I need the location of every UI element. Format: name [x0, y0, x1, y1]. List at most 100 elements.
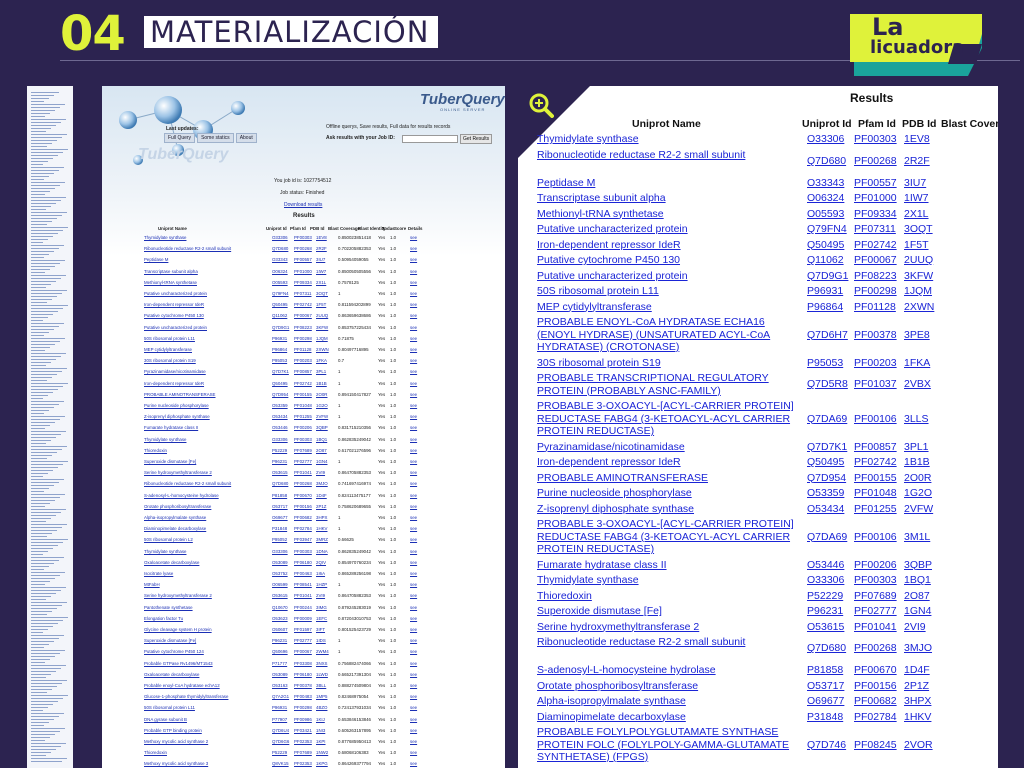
mid-cell-link[interactable]: 1IDS [316, 638, 326, 643]
mid-cell-link[interactable]: Oxaloacetate decarboxylase [144, 672, 199, 677]
mid-cell-link[interactable]: 1D4F [316, 493, 327, 498]
mid-cell-link[interactable]: see [410, 649, 417, 654]
mid-cell-link[interactable]: O69677 [272, 515, 288, 520]
mid-cell-link[interactable]: O50607 [272, 627, 288, 632]
mid-cell-link[interactable]: 1EV8 [316, 235, 327, 240]
uniprot-id-link[interactable]: Q7DA69 [807, 413, 847, 426]
mid-cell-link[interactable]: PF00268 [294, 246, 312, 251]
pfam-id-link[interactable]: PF08223 [854, 270, 897, 283]
mid-cell-link[interactable]: 3MRZ [316, 537, 328, 542]
mid-cell-link[interactable]: Thioredoxin [144, 750, 167, 755]
mid-cell-link[interactable]: O06324 [272, 269, 288, 274]
mid-cell-link[interactable]: O06599 [272, 582, 288, 587]
pfam-id-link[interactable]: PF00682 [854, 695, 897, 708]
mid-cell-link[interactable]: 3BLL [316, 683, 326, 688]
mid-cell-link[interactable]: O53434 [272, 414, 288, 419]
mid-cell-link[interactable]: 1HZP [316, 582, 327, 587]
mid-cell-link[interactable]: see [410, 481, 417, 486]
uniprot-name-link[interactable]: Thymidylate synthase [537, 574, 799, 587]
pdb-id-link[interactable]: 1EV8 [904, 133, 930, 146]
mid-cell-link[interactable]: Ribonucleotide reductase R2-2 small subu… [144, 481, 231, 486]
mid-cell-link[interactable]: see [410, 638, 417, 643]
mid-cell-link[interactable]: 50S ribosomal protein L2 [144, 537, 193, 542]
mid-cell-link[interactable]: 1JQM [316, 336, 328, 341]
uniprot-id-link[interactable]: O33306 [807, 133, 844, 146]
uniprot-id-link[interactable]: O69677 [807, 695, 844, 708]
mid-cell-link[interactable]: PF01041 [294, 593, 312, 598]
mid-cell-link[interactable]: Transcriptase subunit alpha [144, 269, 198, 274]
uniprot-id-link[interactable]: O53717 [807, 680, 844, 693]
mid-cell-link[interactable]: PF00670 [294, 493, 312, 498]
mid-cell-link[interactable]: 1F5T [316, 302, 326, 307]
mid-cell-link[interactable]: Purine nucleoside phosphorylase [144, 403, 209, 408]
mid-cell-link[interactable]: 1HKV [316, 526, 327, 531]
mid-cell-link[interactable]: see [410, 448, 417, 453]
mid-cell-link[interactable]: see [410, 235, 417, 240]
mid-cell-link[interactable]: Orotate phosphoribosyltransferase [144, 504, 211, 509]
uniprot-id-link[interactable]: O53359 [807, 487, 844, 500]
pfam-id-link[interactable]: PF02742 [854, 239, 897, 252]
mid-cell-link[interactable]: 3KFW [316, 325, 328, 330]
uniprot-id-link[interactable]: Q50495 [807, 239, 844, 252]
mid-cell-link[interactable]: Serine hydroxymethyltransferase 2 [144, 470, 212, 475]
mid-cell-link[interactable]: PF00986 [294, 717, 312, 722]
pdb-id-link[interactable]: 1HKV [904, 711, 931, 724]
mid-cell-link[interactable]: Q50495 [272, 302, 288, 307]
mid-cell-link[interactable]: Putative uncharacterized protein [144, 291, 207, 296]
mid-cell-link[interactable]: PF00483 [294, 694, 312, 699]
mid-cell-link[interactable]: PF00303 [294, 437, 312, 442]
mid-cell-link[interactable]: 2VI9 [316, 470, 325, 475]
uniprot-name-link[interactable]: PROBABLE ENOYL-CoA HYDRATASE ECHA16 (ENO… [537, 316, 799, 354]
mid-cell-link[interactable]: see [410, 582, 417, 587]
mid-cell-link[interactable]: PF07689 [294, 448, 312, 453]
download-results-link[interactable]: Download results [284, 202, 322, 208]
mid-cell-link[interactable]: PF01128 [294, 347, 312, 352]
pfam-id-link[interactable]: PF00106 [854, 531, 897, 544]
uniprot-id-link[interactable]: Q50495 [807, 456, 844, 469]
uniprot-id-link[interactable]: O53615 [807, 621, 844, 634]
pfam-id-link[interactable]: PF00303 [854, 574, 897, 587]
uniprot-id-link[interactable]: O05593 [807, 208, 844, 221]
mid-cell-link[interactable]: 1MP5 [316, 694, 327, 699]
mid-cell-link[interactable]: see [410, 269, 417, 274]
mid-cell-link[interactable]: Iron-dependent repressor IdeR [144, 302, 204, 307]
mid-cell-link[interactable]: 1I6A [316, 571, 325, 576]
mid-cell-link[interactable]: 1KIJ [316, 717, 325, 722]
mid-cell-link[interactable]: Thymidylate synthase [144, 437, 186, 442]
uniprot-name-link[interactable]: PROBABLE 3-OXOACYL-[ACYL-CARRIER PROTEIN… [537, 518, 799, 556]
mid-cell-link[interactable]: 3MJO [316, 481, 328, 486]
pdb-id-link[interactable]: 3MJO [904, 642, 932, 655]
mid-cell-link[interactable]: see [410, 325, 417, 330]
mid-cell-link[interactable]: 1GN4 [316, 459, 327, 464]
pdb-id-link[interactable]: 3KFW [904, 270, 933, 283]
pdb-id-link[interactable]: 1B1B [904, 456, 930, 469]
mid-cell-link[interactable]: Superoxide dismutase [Fe] [144, 638, 196, 643]
mid-cell-link[interactable]: O33306 [272, 235, 288, 240]
uniprot-id-link[interactable]: Q7D7K1 [807, 441, 847, 454]
mid-cell-link[interactable]: 3OQT [316, 291, 328, 296]
mid-cell-link[interactable]: 1NW2 [316, 750, 328, 755]
mid-cell-link[interactable]: PROBABLE AMINOTRANSFERASE [144, 392, 216, 397]
mid-cell-link[interactable]: Pantothenate synthetase [144, 605, 193, 610]
uniprot-id-link[interactable]: Q7D954 [807, 472, 846, 485]
pdb-id-link[interactable]: 2X1L [904, 208, 929, 221]
mid-cell-link[interactable]: PF00298 [294, 336, 312, 341]
mid-cell-link[interactable]: Alpha-isopropylmalate synthase [144, 515, 206, 520]
mid-cell-link[interactable]: P96931 [272, 336, 287, 341]
uniprot-id-link[interactable]: Q7D5R8 [807, 378, 848, 391]
mid-cell-link[interactable]: 2UUQ [316, 313, 328, 318]
mid-cell-link[interactable]: P52229 [272, 750, 287, 755]
mid-cell-link[interactable]: 1KPG [316, 761, 328, 766]
pdb-id-link[interactable]: 1BQ1 [904, 574, 931, 587]
pfam-id-link[interactable]: PF01000 [854, 192, 897, 205]
mid-cell-link[interactable]: PF02742 [294, 302, 312, 307]
mid-cell-link[interactable]: see [410, 549, 417, 554]
mid-cell-link[interactable]: Probable GTPase Rv1496/MT1543 [144, 661, 213, 666]
mid-cell-link[interactable]: see [410, 358, 417, 363]
mid-cell-link[interactable]: Putative cytochrome P450 130 [144, 313, 204, 318]
mid-cell-link[interactable]: see [410, 369, 417, 374]
uniprot-name-link[interactable]: Iron-dependent repressor IdeR [537, 456, 799, 469]
pfam-id-link[interactable]: PF00155 [854, 472, 897, 485]
uniprot-id-link[interactable]: Q7DA69 [807, 531, 847, 544]
pfam-id-link[interactable]: PF01048 [854, 487, 897, 500]
